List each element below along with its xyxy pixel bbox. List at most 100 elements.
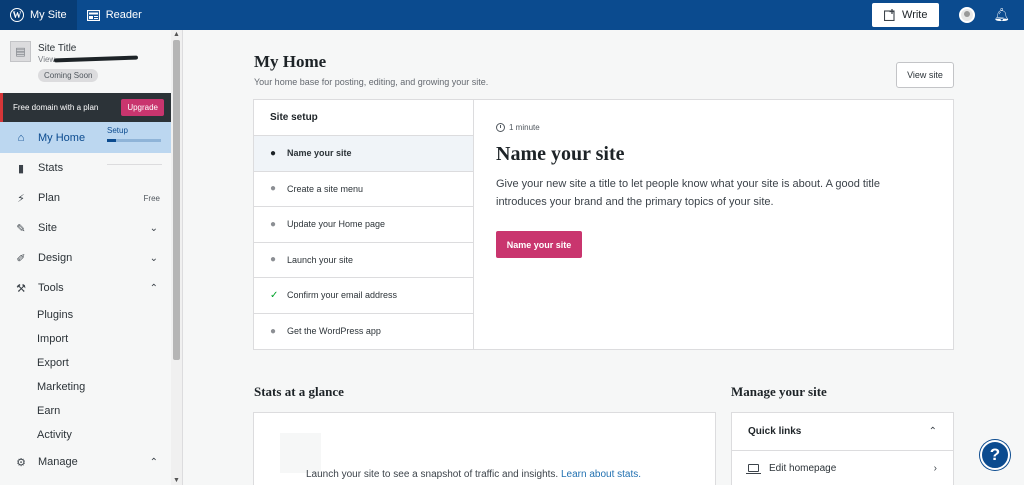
setup-task-list: Site setup ● Name your site ● Create a s… bbox=[254, 100, 474, 349]
quick-links-card: Quick links ⌃ Edit homepage › bbox=[731, 412, 954, 485]
domain-banner-text: Free domain with a plan bbox=[13, 103, 99, 112]
page-subtitle: Your home base for posting, editing, and… bbox=[254, 77, 489, 87]
stats-heading: Stats at a glance bbox=[254, 384, 344, 399]
task-name-your-site[interactable]: ● Name your site bbox=[254, 136, 473, 172]
gear-icon: ⚙ bbox=[16, 456, 26, 469]
task-launch-site[interactable]: ● Launch your site bbox=[254, 243, 473, 278]
chevron-down-icon: ⌄ bbox=[149, 222, 158, 234]
redacted-url bbox=[53, 55, 139, 63]
sidebar-item-my-home[interactable]: ⌂ My Home Setup bbox=[0, 122, 172, 153]
reader-label: Reader bbox=[105, 9, 142, 21]
sidebar-item-label: Tools bbox=[38, 282, 64, 294]
site-card[interactable]: ▤ Site Title View Coming Soon bbox=[0, 30, 172, 93]
sidebar-subitem-earn[interactable]: Earn bbox=[0, 399, 172, 423]
quick-links-toggle[interactable]: Quick links ⌃ bbox=[732, 413, 953, 451]
write-button[interactable]: Write bbox=[872, 3, 940, 27]
sidebar-item-design[interactable]: ✐ Design ⌄ bbox=[0, 243, 172, 273]
scrollbar-thumb[interactable] bbox=[173, 40, 180, 360]
duration-text: 1 minute bbox=[509, 123, 540, 132]
sidebar-subitem-activity[interactable]: Activity bbox=[0, 423, 172, 447]
scroll-up-arrow-icon[interactable]: ▲ bbox=[171, 30, 182, 39]
help-button[interactable]: ? bbox=[980, 440, 1010, 470]
bullet-icon: ● bbox=[270, 183, 277, 195]
sidebar-subitem-export[interactable]: Export bbox=[0, 351, 172, 375]
task-detail-description: Give your new site a title to let people… bbox=[496, 178, 880, 208]
learn-about-stats-link[interactable]: Learn about stats. bbox=[561, 469, 641, 480]
bullet-icon: ● bbox=[270, 254, 277, 266]
bullet-icon: ● bbox=[270, 147, 277, 159]
site-view-link[interactable]: View bbox=[38, 55, 55, 64]
reader-button[interactable]: Reader bbox=[77, 0, 152, 30]
task-label: Create a site menu bbox=[287, 183, 364, 194]
checkmark-icon: ✓ bbox=[270, 289, 279, 301]
task-get-app[interactable]: ● Get the WordPress app bbox=[254, 314, 473, 350]
bar-chart-icon: ▮ bbox=[17, 162, 25, 175]
sidebar-subitem-plugins[interactable]: Plugins bbox=[0, 303, 172, 327]
main-content: My Home Your home base for posting, edit… bbox=[184, 30, 1024, 485]
avatar[interactable] bbox=[959, 7, 976, 23]
task-duration: 1 minute bbox=[496, 123, 540, 132]
my-site-button[interactable]: W My Site bbox=[0, 0, 77, 30]
stats-text: Launch your site to see a snapshot of tr… bbox=[306, 469, 559, 480]
coming-soon-badge: Coming Soon bbox=[38, 69, 99, 82]
plan-free-badge: Free bbox=[143, 193, 160, 203]
sidebar-subitem-marketing[interactable]: Marketing bbox=[0, 375, 172, 399]
pencil-icon: ✎ bbox=[16, 222, 26, 235]
site-setup-panel: Site setup ● Name your site ● Create a s… bbox=[253, 99, 954, 350]
task-create-site-menu[interactable]: ● Create a site menu bbox=[254, 172, 473, 207]
sidebar-item-plan[interactable]: ⚡︎ Plan Free bbox=[0, 183, 172, 213]
sidebar-item-stats[interactable]: ▮ Stats bbox=[0, 153, 172, 183]
task-update-home-page[interactable]: ● Update your Home page bbox=[254, 207, 473, 243]
sidebar-subitem-import[interactable]: Import bbox=[0, 327, 172, 351]
clock-icon bbox=[496, 123, 505, 132]
name-your-site-button[interactable]: Name your site bbox=[496, 231, 582, 258]
task-label: Confirm your email address bbox=[287, 290, 398, 301]
scroll-down-arrow-icon[interactable]: ▼ bbox=[171, 476, 182, 485]
sidebar-scrollbar[interactable]: ▲ ▼ bbox=[171, 30, 182, 485]
wrench-icon: ⚒ bbox=[16, 282, 26, 295]
upgrade-button[interactable]: Upgrade bbox=[121, 99, 164, 116]
sidebar-item-tools[interactable]: ⚒ Tools ⌃ bbox=[0, 273, 172, 303]
stats-message: Launch your site to see a snapshot of tr… bbox=[306, 469, 641, 480]
task-label: Name your site bbox=[287, 148, 352, 159]
chevron-right-icon: › bbox=[933, 462, 937, 474]
notifications-bell-icon[interactable]: 🔔︎ bbox=[993, 7, 1010, 23]
home-icon: ⌂ bbox=[17, 131, 25, 144]
task-detail-title: Name your site bbox=[496, 143, 625, 165]
setup-progress-bar bbox=[107, 139, 161, 142]
brush-icon: ✐ bbox=[16, 252, 26, 265]
sidebar-item-manage[interactable]: ⚙ Manage ⌃ bbox=[0, 447, 172, 477]
stats-card: Launch your site to see a snapshot of tr… bbox=[253, 412, 716, 485]
site-setup-heading: Site setup bbox=[254, 100, 473, 136]
sidebar-item-label: Site bbox=[38, 222, 57, 234]
chevron-up-icon: ⌃ bbox=[149, 456, 158, 468]
edit-homepage-label: Edit homepage bbox=[769, 462, 837, 474]
free-domain-banner: Free domain with a plan Upgrade bbox=[0, 93, 172, 122]
view-site-button[interactable]: View site bbox=[896, 62, 954, 88]
sidebar-item-label: Stats bbox=[38, 162, 64, 174]
page-title: My Home bbox=[254, 52, 327, 71]
manage-heading: Manage your site bbox=[731, 384, 827, 399]
task-confirm-email[interactable]: ✓ Confirm your email address bbox=[254, 278, 473, 314]
bullet-icon: ● bbox=[270, 218, 277, 230]
quick-links-label: Quick links bbox=[748, 426, 802, 437]
write-label: Write bbox=[902, 9, 928, 21]
sidebar-item-label: Design bbox=[38, 252, 73, 264]
write-icon bbox=[884, 9, 895, 21]
sidebar: ▤ Site Title View Coming Soon Free domai… bbox=[0, 30, 183, 485]
setup-progress-fill bbox=[107, 139, 117, 142]
my-site-label: My Site bbox=[30, 9, 67, 21]
sidebar-item-label: My Home bbox=[38, 131, 86, 144]
site-placeholder-icon: ▤ bbox=[10, 41, 31, 62]
task-label: Update your Home page bbox=[287, 219, 386, 230]
stats-placeholder-graphic bbox=[280, 433, 321, 473]
top-bar: W My Site Reader Write 🔔︎ bbox=[0, 0, 1024, 30]
sidebar-item-site[interactable]: ✎ Site ⌄ bbox=[0, 213, 172, 243]
stats-sparkline bbox=[107, 164, 162, 165]
sidebar-item-label: Manage bbox=[38, 456, 78, 468]
reader-icon bbox=[86, 9, 100, 21]
wordpress-icon: W bbox=[10, 8, 24, 22]
bullet-icon: ● bbox=[270, 325, 277, 337]
setup-label: Setup bbox=[107, 126, 128, 135]
edit-homepage-link[interactable]: Edit homepage › bbox=[732, 451, 953, 485]
